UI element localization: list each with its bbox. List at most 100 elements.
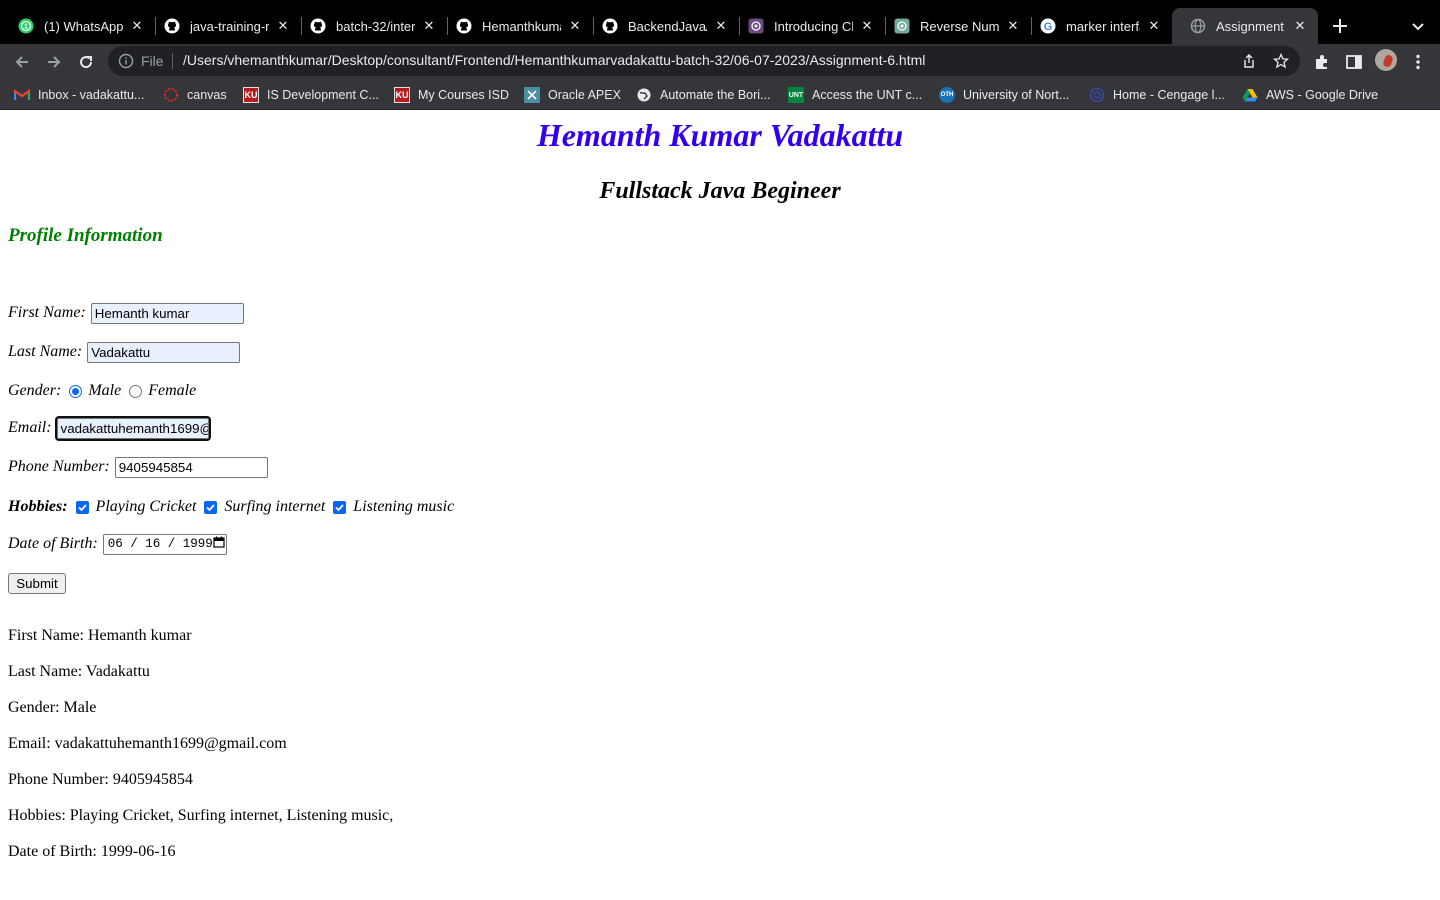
output-phone: Phone Number: 9405945854 [8, 771, 193, 788]
gender-female-radio[interactable] [129, 384, 143, 398]
divider [172, 53, 173, 69]
phone-label: Phone Number: [8, 458, 110, 475]
page-viewport: Hemanth Kumar Vadakattu Fullstack Java B… [0, 111, 1440, 900]
checkmark-icon [77, 503, 87, 511]
tab-whatsapp[interactable]: 1 (1) WhatsApp ✕ [0, 8, 155, 44]
tab-title: Hemanthkuma [482, 18, 561, 34]
address-bar[interactable]: File /Users/vhemanthkumar/Desktop/consul… [108, 46, 1300, 76]
share-icon[interactable] [1240, 52, 1258, 70]
tab-github-batch-32[interactable]: batch-32/inter ✕ [292, 8, 447, 44]
bookmark-item[interactable]: Oracle APEX [524, 85, 621, 105]
close-icon[interactable]: ✕ [421, 18, 437, 34]
bookmark-item[interactable]: canvas [163, 85, 227, 105]
first-name-field[interactable]: Hemanth kumar [90, 302, 244, 324]
dob-value: 06 / 16 / 1999 [107, 537, 213, 551]
tab-google-marker-interface[interactable]: G marker interfa ✕ [1022, 8, 1172, 44]
email-label: Email: [8, 419, 52, 436]
bookmark-item[interactable]: UNT Access the UNT c... [788, 85, 922, 105]
first-name-label: First Name: [8, 304, 86, 321]
section-title: Profile Information [8, 225, 163, 246]
close-icon[interactable]: ✕ [275, 18, 291, 34]
extensions-icon[interactable] [1311, 51, 1333, 73]
close-icon[interactable]: ✕ [713, 18, 729, 34]
close-icon[interactable]: ✕ [1146, 18, 1162, 34]
hobby-music-checkbox[interactable] [333, 500, 347, 514]
tab-title: (1) WhatsApp [44, 18, 123, 34]
side-panel-icon[interactable] [1343, 51, 1365, 73]
tab-openai-reverse-number[interactable]: Reverse Numb ✕ [876, 8, 1031, 44]
bookmark-item[interactable]: OTH University of Nort... [939, 85, 1069, 105]
apex-icon [524, 87, 540, 103]
globe-icon [1190, 18, 1206, 34]
bookmark-label: AWS - Google Drive [1266, 88, 1379, 102]
page-heading: Hemanth Kumar Vadakattu [536, 117, 904, 153]
bookmark-item[interactable]: KU My Courses ISD [394, 85, 509, 105]
hobby-cricket-checkbox[interactable] [75, 500, 89, 514]
last-name-row: Last Name: Vadakattu [8, 340, 241, 364]
tab-openai-introducing[interactable]: Introducing Ch ✕ [730, 8, 885, 44]
google-drive-icon [1242, 87, 1258, 103]
hobby-internet-checkbox[interactable] [204, 500, 218, 514]
tab-search-button[interactable] [1406, 14, 1430, 38]
close-icon[interactable]: ✕ [129, 18, 145, 34]
bookmark-item[interactable]: Automate the Bori... [636, 85, 770, 105]
gender-row: Gender: Male Female [8, 379, 196, 403]
bookmark-label: Inbox - vadakattu... [38, 88, 145, 102]
close-icon[interactable]: ✕ [1292, 18, 1308, 34]
url-text[interactable]: /Users/vhemanthkumar/Desktop/consultant/… [183, 52, 925, 68]
tab-github-java-training[interactable]: java-training-r ✕ [146, 8, 301, 44]
canvas-icon [163, 87, 179, 103]
bookmark-label: University of Nort... [963, 88, 1070, 102]
back-button[interactable] [8, 48, 36, 76]
gender-female-label: Female [148, 382, 197, 399]
last-name-field[interactable]: Vadakattu [87, 341, 241, 363]
dob-field[interactable]: 06 / 16 / 1999 [102, 533, 227, 555]
profile-avatar[interactable] [1375, 49, 1397, 71]
last-name-label: Last Name: [8, 343, 83, 360]
phone-field[interactable]: 9405945854 [114, 456, 268, 478]
whatsapp-icon: 1 [18, 18, 34, 34]
plus-icon [1333, 19, 1347, 33]
bookmark-label: canvas [187, 88, 227, 102]
bookmark-item[interactable]: Home - Cengage l... [1089, 85, 1225, 105]
bookmark-label: Access the UNT c... [812, 88, 923, 102]
kebab-menu-icon[interactable] [1407, 51, 1429, 73]
bookmarks-bar: Inbox - vadakattu... canvas KU IS Develo… [0, 80, 1440, 110]
unt-icon: UNT [788, 87, 804, 103]
tab-title: marker interfa [1066, 18, 1140, 34]
new-tab-button[interactable] [1328, 14, 1352, 38]
tab-github-hemanthkumar[interactable]: Hemanthkuma ✕ [438, 8, 593, 44]
info-icon[interactable] [118, 53, 134, 69]
tab-assignment-5[interactable]: Assignment 5 ✕ [1172, 8, 1318, 44]
tab-github-backendjava[interactable]: BackendJava/ ✕ [584, 8, 739, 44]
tab-title: java-training-r [190, 18, 269, 34]
email-field[interactable]: vadakattuhemanth1699@ [54, 415, 211, 441]
reload-icon [80, 56, 93, 69]
openai-icon [748, 18, 764, 34]
hobby-internet-label: Surfing internet [224, 498, 326, 515]
svg-text:1: 1 [24, 24, 28, 31]
submit-button[interactable]: Submit [8, 573, 66, 594]
github-icon [310, 18, 326, 34]
bookmark-item[interactable]: KU IS Development C... [243, 85, 379, 105]
kiu-icon: KU [243, 87, 259, 103]
close-icon[interactable]: ✕ [567, 18, 583, 34]
close-icon[interactable]: ✕ [859, 18, 875, 34]
url-scheme: File [141, 53, 164, 69]
bookmark-item[interactable]: AWS - Google Drive [1242, 85, 1378, 105]
bookmark-label: Home - Cengage l... [1113, 88, 1225, 102]
gender-male-radio[interactable] [69, 384, 83, 398]
back-arrow-icon [15, 56, 28, 68]
gender-male-label: Male [88, 382, 122, 399]
gender-label: Gender: [8, 382, 62, 399]
bookmark-star-icon[interactable] [1272, 52, 1290, 70]
checkmark-icon [335, 503, 344, 511]
globe-icon [636, 87, 652, 103]
close-icon[interactable]: ✕ [1005, 18, 1021, 34]
calendar-icon[interactable] [213, 536, 225, 552]
reload-button[interactable] [72, 48, 100, 76]
forward-arrow-icon [48, 56, 61, 68]
bookmark-item[interactable]: Inbox - vadakattu... [14, 85, 144, 105]
tab-title: Assignment 5 [1216, 18, 1286, 34]
forward-button[interactable] [40, 48, 68, 76]
